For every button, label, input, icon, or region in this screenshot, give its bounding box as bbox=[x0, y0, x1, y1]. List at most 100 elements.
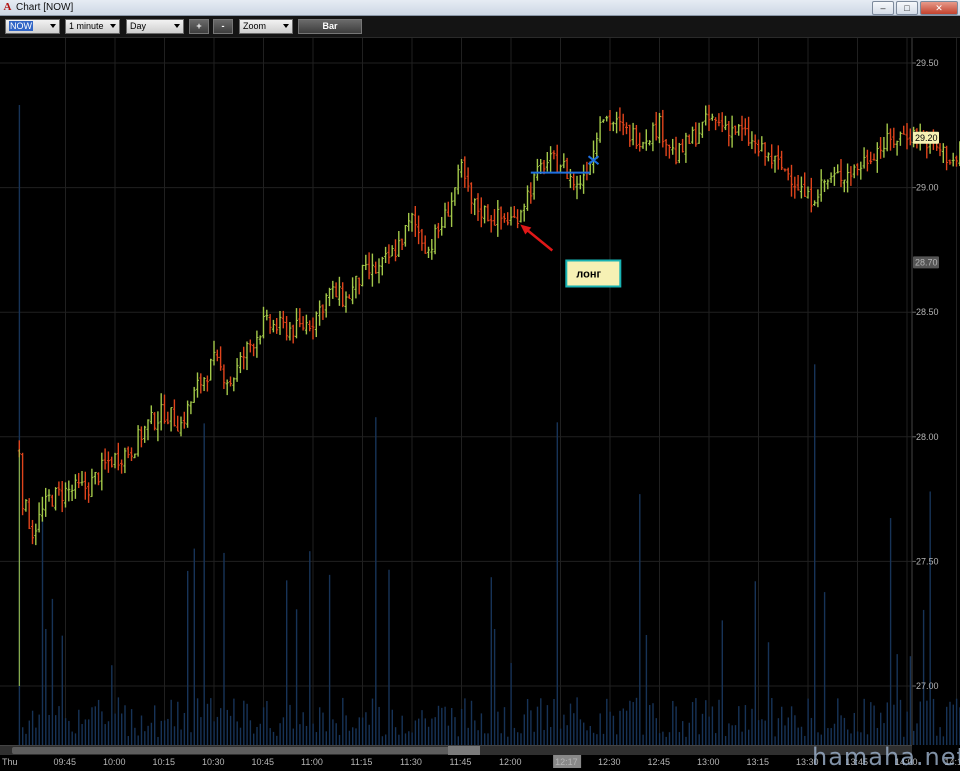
volume-bar bbox=[326, 731, 327, 745]
ohlc-bar bbox=[503, 213, 506, 223]
volume-bar bbox=[794, 715, 795, 745]
x-tick-label: 10:30 bbox=[202, 757, 225, 767]
volume-bar bbox=[758, 720, 759, 745]
ohlc-bar bbox=[836, 164, 839, 173]
volume-bar bbox=[45, 629, 46, 745]
maximize-icon[interactable]: □ bbox=[896, 1, 918, 15]
volume-bar bbox=[421, 710, 422, 745]
ohlc-bar bbox=[453, 187, 456, 205]
volume-bar bbox=[233, 699, 234, 745]
volume-bar bbox=[138, 736, 139, 745]
close-icon[interactable]: ✕ bbox=[920, 1, 958, 15]
ohlc-bar bbox=[622, 114, 625, 135]
ohlc-bar bbox=[592, 141, 595, 174]
volume-bar bbox=[791, 706, 792, 745]
range-select[interactable]: Day bbox=[126, 19, 184, 34]
volume-bar bbox=[491, 577, 492, 745]
ohlc-bar bbox=[48, 489, 51, 501]
volume-bar bbox=[547, 705, 548, 745]
callout-text: лонг bbox=[576, 268, 601, 280]
ohlc-bar bbox=[582, 165, 585, 194]
volume-bar bbox=[385, 734, 386, 745]
ohlc-bar bbox=[820, 169, 823, 202]
chevron-down-icon bbox=[50, 24, 56, 28]
ohlc-bar bbox=[688, 134, 691, 143]
volume-bar bbox=[438, 706, 439, 745]
ohlc-bar bbox=[833, 167, 836, 186]
ohlc-bar bbox=[173, 399, 176, 426]
volume-bar bbox=[355, 728, 356, 745]
ohlc-bar bbox=[942, 143, 945, 163]
volume-bar bbox=[956, 699, 957, 745]
volume-bar bbox=[279, 723, 280, 745]
ohlc-bar bbox=[166, 412, 169, 425]
ohlc-bar bbox=[727, 121, 730, 146]
x-tick-label: 11:45 bbox=[450, 757, 472, 767]
ohlc-bar bbox=[711, 114, 714, 121]
volume-bar bbox=[910, 656, 911, 745]
ohlc-bar bbox=[780, 151, 783, 170]
ohlc-bar bbox=[500, 206, 503, 229]
volume-bar bbox=[669, 732, 670, 745]
ohlc-bar bbox=[708, 105, 711, 131]
scrollbar-thumb[interactable] bbox=[12, 747, 452, 754]
ohlc-bar bbox=[823, 179, 826, 192]
volume-bar bbox=[256, 727, 257, 745]
ohlc-bar bbox=[94, 472, 97, 484]
ohlc-bar bbox=[876, 142, 879, 173]
volume-bar bbox=[322, 713, 323, 745]
volume-bar bbox=[771, 698, 772, 745]
ohlc-bar bbox=[77, 473, 80, 488]
volume-bar bbox=[194, 549, 195, 745]
volume-bar bbox=[141, 716, 142, 745]
volume-bar bbox=[784, 725, 785, 745]
zoom-out-button[interactable]: - bbox=[213, 19, 233, 34]
horizontal-scrollbar[interactable] bbox=[0, 745, 912, 755]
ohlc-bar bbox=[945, 146, 948, 171]
interval-select[interactable]: 1 minute bbox=[65, 19, 120, 34]
chart-style-button[interactable]: Bar bbox=[298, 19, 362, 34]
volume-bar bbox=[468, 728, 469, 745]
ohlc-bar bbox=[939, 143, 942, 156]
volume-bar bbox=[639, 494, 640, 745]
ohlc-bar bbox=[292, 325, 295, 344]
ohlc-bar bbox=[104, 448, 107, 469]
volume-bar bbox=[926, 701, 927, 745]
volume-bar bbox=[62, 636, 63, 745]
ohlc-bar bbox=[546, 152, 549, 171]
volume-bar bbox=[487, 733, 488, 745]
time-cursor-marker bbox=[448, 746, 480, 755]
price-axis: 29.5029.0028.5028.0027.5027.0029.2028.70 bbox=[912, 38, 939, 745]
ohlc-bar bbox=[760, 136, 763, 151]
volume-bar bbox=[520, 733, 521, 745]
ohlc-bar bbox=[21, 453, 24, 515]
ohlc-bar bbox=[952, 153, 955, 167]
volume-bar bbox=[336, 723, 337, 745]
volume-bar bbox=[316, 732, 317, 745]
volume-bar bbox=[128, 736, 129, 745]
ohlc-bar bbox=[668, 145, 671, 159]
ohlc-bar bbox=[744, 118, 747, 135]
volume-bar bbox=[788, 717, 789, 745]
cursor-time-label: 12:17 bbox=[555, 757, 578, 767]
volume-bar bbox=[920, 702, 921, 745]
zoom-in-button[interactable]: + bbox=[189, 19, 209, 34]
volume-bar bbox=[699, 734, 700, 745]
volume-bar bbox=[761, 719, 762, 745]
volume-bar bbox=[672, 701, 673, 745]
minimize-icon[interactable]: – bbox=[872, 1, 894, 15]
volume-bar bbox=[702, 714, 703, 745]
y-tick-label: 27.50 bbox=[916, 556, 939, 566]
symbol-select[interactable]: NOW bbox=[5, 19, 60, 34]
volume-bar bbox=[35, 728, 36, 745]
volume-bar bbox=[741, 732, 742, 745]
volume-bar bbox=[431, 719, 432, 745]
ohlc-bar bbox=[246, 341, 249, 370]
zoom-select[interactable]: Zoom bbox=[239, 19, 293, 34]
volume-bar bbox=[510, 663, 511, 745]
ohlc-bar bbox=[661, 110, 664, 148]
volume-bar bbox=[197, 698, 198, 745]
ohlc-bar bbox=[328, 288, 331, 306]
price-chart[interactable]: 29.5029.0028.5028.0027.5027.0029.2028.70… bbox=[0, 38, 960, 755]
volume-bar bbox=[151, 723, 152, 745]
